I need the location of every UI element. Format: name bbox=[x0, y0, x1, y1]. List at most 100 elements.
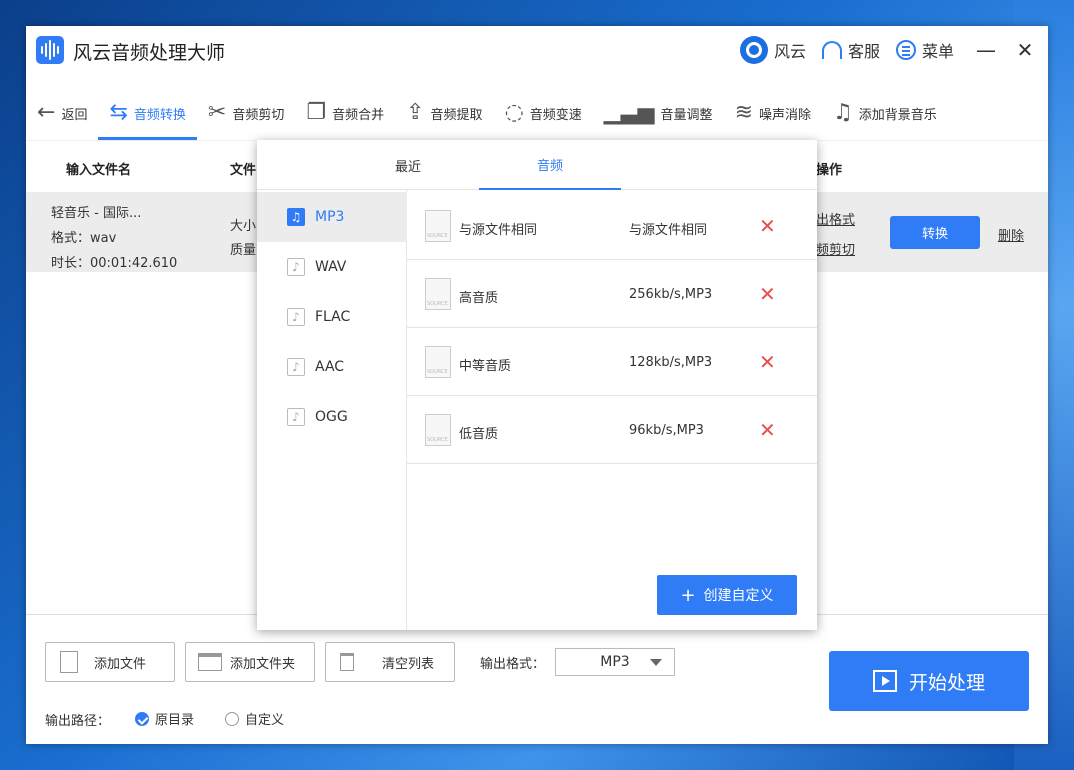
quality-row[interactable]: 高音质 256kb/s,MP3 ✕ bbox=[407, 260, 817, 328]
arrow-left-icon: ← bbox=[37, 100, 56, 125]
header-file: 文件 bbox=[230, 163, 257, 178]
tool-label: 音频提取 bbox=[430, 107, 483, 123]
source-file-icon bbox=[425, 346, 451, 378]
menu-button[interactable]: 菜单 bbox=[895, 38, 954, 62]
close-button[interactable]: ✕ bbox=[1016, 38, 1034, 62]
plus-icon: + bbox=[680, 584, 696, 606]
audio-cut-link[interactable]: 频剪切 bbox=[816, 239, 855, 258]
menu-label: 菜单 bbox=[921, 42, 954, 61]
service-label: 客服 bbox=[847, 42, 880, 61]
quality-spec: 256kb/s,MP3 bbox=[629, 287, 713, 302]
quality-row[interactable]: 低音质 96kb/s,MP3 ✕ bbox=[407, 396, 817, 464]
start-processing-button[interactable]: 开始处理 bbox=[829, 651, 1029, 711]
fengyun-logo-icon bbox=[739, 36, 768, 64]
account-button[interactable]: 风云 bbox=[739, 36, 806, 64]
output-format-link[interactable]: 出格式 bbox=[816, 209, 855, 228]
tool-volume-adjust[interactable]: ▁▃▅ 音量调整 bbox=[593, 86, 724, 140]
minimize-button[interactable]: — bbox=[976, 38, 996, 62]
volume-icon: ▁▃▅ bbox=[603, 100, 655, 125]
tool-audio-speed[interactable]: ◌ 音频变速 bbox=[494, 86, 593, 140]
format-label: FLAC bbox=[315, 309, 351, 325]
create-custom-button[interactable]: + 创建自定义 bbox=[657, 575, 797, 615]
radio-label: 原目录 bbox=[155, 713, 195, 728]
scissors-icon: ✂ bbox=[207, 100, 227, 125]
add-folder-icon bbox=[198, 653, 222, 671]
format-label: WAV bbox=[315, 259, 347, 275]
add-folder-button[interactable]: 添加文件夹 bbox=[185, 642, 315, 682]
close-icon[interactable]: ✕ bbox=[759, 418, 776, 442]
format-label: AAC bbox=[315, 359, 345, 375]
quality-name: 高音质 bbox=[459, 291, 499, 306]
merge-icon: ❐ bbox=[306, 100, 327, 125]
trash-icon bbox=[340, 653, 354, 671]
output-path-label: 输出路径： bbox=[45, 714, 111, 729]
music-note-icon: ♪ bbox=[287, 258, 305, 276]
output-format-select[interactable]: MP3 bbox=[555, 648, 675, 676]
speed-icon: ◌ bbox=[504, 100, 524, 125]
play-icon bbox=[872, 670, 897, 692]
denoise-icon: ≋ bbox=[734, 100, 753, 125]
quality-spec: 与源文件相同 bbox=[629, 223, 708, 238]
format-list: ♫ MP3 ♪ WAV ♪ FLAC ♪ AAC ♪ OGG bbox=[257, 190, 407, 630]
tool-add-bgm[interactable]: ♫ 添加背景音乐 bbox=[822, 86, 948, 140]
tool-label: 添加背景音乐 bbox=[858, 107, 937, 123]
tool-denoise[interactable]: ≋ 噪声消除 bbox=[724, 86, 822, 140]
tool-audio-merge[interactable]: ❐ 音频合并 bbox=[295, 86, 395, 140]
music-icon: ♫ bbox=[833, 100, 853, 125]
title-bar: 风云音频处理大师 风云 客服 菜单 — ✕ bbox=[26, 26, 1048, 74]
convert-button[interactable]: 转换 bbox=[890, 216, 980, 249]
format-item-ogg[interactable]: ♪ OGG bbox=[257, 392, 407, 442]
account-label: 风云 bbox=[773, 42, 806, 61]
close-icon[interactable]: ✕ bbox=[759, 282, 776, 306]
format-item-aac[interactable]: ♪ AAC bbox=[257, 342, 407, 392]
add-file-icon bbox=[60, 651, 78, 673]
back-button[interactable]: ← 返回 bbox=[26, 86, 98, 140]
bottom-panel: 添加文件 添加文件夹 清空列表 输出格式： MP3 开始处理 输出路径： 原目录… bbox=[26, 614, 1048, 744]
flac-file-icon: ♪ bbox=[287, 308, 305, 326]
tool-audio-extract[interactable]: ⇪ 音频提取 bbox=[395, 86, 493, 140]
tab-audio[interactable]: 音频 bbox=[479, 140, 621, 190]
start-label: 开始处理 bbox=[908, 671, 985, 694]
close-icon[interactable]: ✕ bbox=[759, 214, 776, 238]
format-popup: 最近 音频 ♫ MP3 ♪ WAV ♪ FLAC ♪ AAC ♪ OGG 与源文… bbox=[257, 140, 817, 630]
format-label: OGG bbox=[315, 409, 348, 425]
quality-row[interactable]: 与源文件相同 与源文件相同 ✕ bbox=[407, 192, 817, 260]
add-file-label: 添加文件 bbox=[94, 656, 147, 672]
radio-original-dir[interactable]: 原目录 bbox=[135, 709, 194, 728]
output-format-label: 输出格式： bbox=[480, 657, 546, 672]
clear-list-button[interactable]: 清空列表 bbox=[325, 642, 455, 682]
popup-tabs: 最近 音频 bbox=[257, 140, 817, 190]
radio-custom-dir[interactable]: 自定义 bbox=[225, 709, 284, 728]
tab-recent[interactable]: 最近 bbox=[337, 140, 479, 190]
file-size: 大小 bbox=[230, 219, 257, 234]
customer-service-button[interactable]: 客服 bbox=[821, 38, 880, 62]
tool-label: 音频变速 bbox=[529, 107, 582, 123]
ogg-file-icon: ♪ bbox=[287, 408, 305, 426]
file-name: 轻音乐 - 国际... bbox=[51, 206, 142, 221]
add-file-button[interactable]: 添加文件 bbox=[45, 642, 175, 682]
header-operations: 操作 bbox=[816, 163, 843, 178]
quality-name: 低音质 bbox=[459, 427, 499, 442]
convert-icon: ⇆ bbox=[109, 100, 128, 125]
app-logo-icon bbox=[36, 36, 64, 64]
headset-icon bbox=[821, 41, 842, 59]
tool-audio-convert[interactable]: ⇆ 音频转换 bbox=[98, 86, 198, 140]
menu-icon bbox=[895, 40, 916, 60]
file-format: 格式：wav bbox=[51, 231, 117, 246]
format-item-mp3[interactable]: ♫ MP3 bbox=[257, 192, 407, 242]
close-icon[interactable]: ✕ bbox=[759, 350, 776, 374]
source-file-icon bbox=[425, 278, 451, 310]
format-item-wav[interactable]: ♪ WAV bbox=[257, 242, 407, 292]
delete-link[interactable]: 删除 bbox=[998, 225, 1024, 244]
quality-spec: 128kb/s,MP3 bbox=[629, 355, 713, 370]
format-item-flac[interactable]: ♪ FLAC bbox=[257, 292, 407, 342]
tool-audio-cut[interactable]: ✂ 音频剪切 bbox=[197, 86, 295, 140]
quality-name: 与源文件相同 bbox=[459, 223, 538, 238]
file-quality: 质量 bbox=[230, 243, 257, 258]
clear-list-label: 清空列表 bbox=[382, 656, 435, 672]
tool-label: 音频合并 bbox=[332, 107, 385, 123]
app-title: 风云音频处理大师 bbox=[73, 42, 226, 64]
radio-label: 自定义 bbox=[245, 713, 285, 728]
source-file-icon bbox=[425, 414, 451, 446]
quality-row[interactable]: 中等音质 128kb/s,MP3 ✕ bbox=[407, 328, 817, 396]
